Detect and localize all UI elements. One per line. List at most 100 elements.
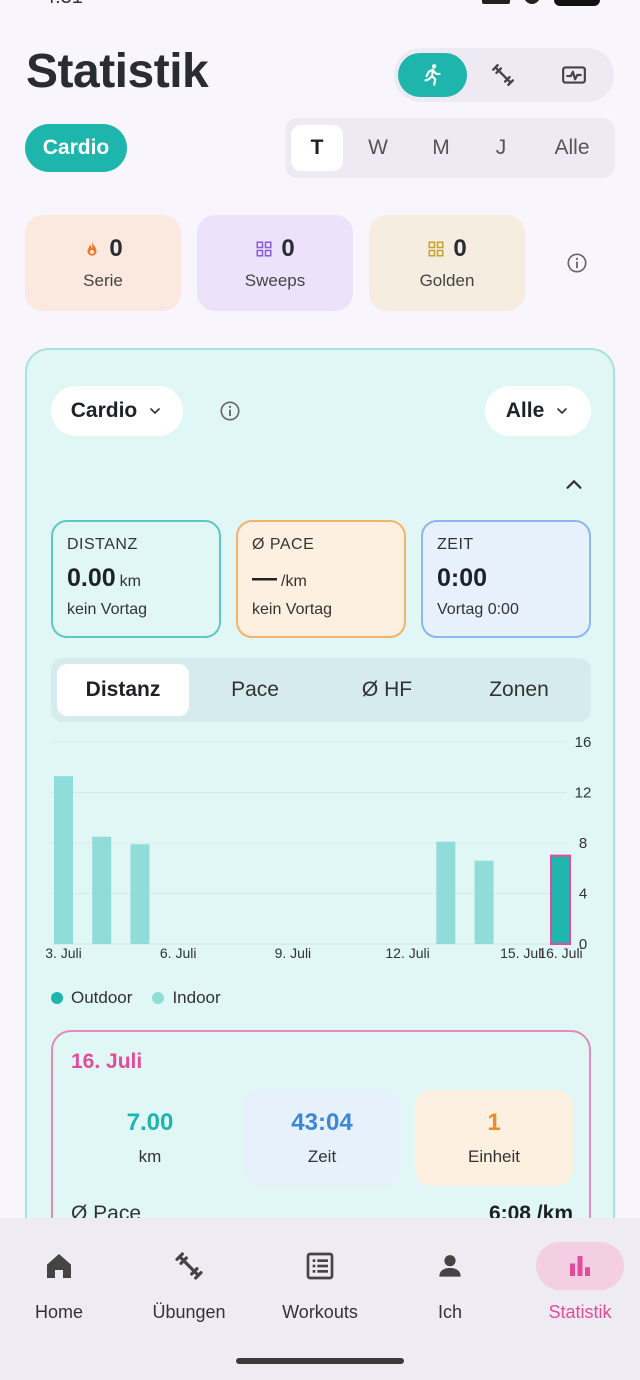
tab-distance[interactable]: Distanz (57, 664, 189, 716)
chart-legend: Outdoor Indoor (51, 988, 221, 1008)
day-distance-label: km (138, 1147, 162, 1166)
tab-heart-rate[interactable]: Ø HF (321, 664, 453, 716)
day-distance-value: 7.00 (126, 1109, 174, 1136)
flame-icon (87, 241, 97, 256)
period-week-button[interactable]: W (351, 125, 405, 171)
chevron-down-icon (557, 408, 568, 415)
period-year-button[interactable]: J (473, 125, 529, 171)
y-tick-label: 16 (575, 734, 592, 751)
chart-bar (54, 776, 73, 944)
day-time: 43:04 Zeit (243, 1090, 401, 1186)
nav-label: Übungen (152, 1302, 226, 1322)
period-month-button[interactable]: M (411, 125, 471, 171)
day-title: 16. Juli (71, 1050, 143, 1073)
legend-outdoor: Outdoor (51, 988, 132, 1008)
tab-zones[interactable]: Zonen (453, 664, 585, 716)
signal-icon (482, 0, 510, 4)
nav-statistics[interactable]: Statistik (520, 1242, 640, 1323)
metric-value: 0.00 (67, 564, 116, 592)
nav-label: Workouts (282, 1302, 358, 1322)
chart-tabs: Distanz Pace Ø HF Zonen (51, 658, 591, 722)
metric-pace-card: Ø PACE — /km kein Vortag (236, 520, 406, 638)
streak-badge[interactable]: 0 Serie (25, 215, 181, 311)
metric-distance-card: DISTANZ 0.00 km kein Vortag (51, 520, 221, 638)
streak-value: 0 (109, 235, 123, 262)
chart-bar (130, 844, 150, 944)
chart-bar (436, 841, 456, 944)
day-sessions-label: Einheit (468, 1147, 520, 1166)
metric-unit: /km (281, 573, 307, 590)
status-icons (482, 0, 600, 6)
home-icon (47, 1254, 71, 1278)
mode-cardio-button[interactable] (398, 53, 467, 97)
nav-label: Ich (437, 1302, 462, 1322)
legend-label: Outdoor (71, 988, 133, 1007)
bottom-nav: Home Übungen Workouts Ich Statistik (0, 1218, 640, 1380)
distance-bar-chart: 16128403. Juli 6. Juli 9. Juli 12. Juli 15. … (45, 734, 592, 961)
nav-home[interactable]: Home (0, 1242, 119, 1323)
y-tick-label: 8 (579, 835, 587, 852)
day-time-label: Zeit (307, 1147, 337, 1166)
legend-dot (152, 992, 165, 1004)
x-tick-label: 16. Juli (538, 945, 582, 961)
x-tick-label: 3. Juli (45, 945, 82, 961)
wifi-icon (524, 0, 540, 4)
chevron-down-icon (150, 408, 161, 415)
metric-unit: km (119, 573, 141, 590)
nav-profile[interactable]: Ich (390, 1242, 510, 1323)
metric-title: DISTANZ (67, 536, 138, 553)
golden-badge[interactable]: 0 Golden (369, 215, 525, 311)
period-selector: T W M J Alle (285, 118, 615, 178)
y-tick-label: 4 (579, 886, 587, 903)
x-tick-label: 12. Juli (385, 945, 429, 961)
type-filter-label: Cardio (70, 399, 138, 422)
chevron-up-icon[interactable] (563, 474, 585, 496)
metric-title: ZEIT (437, 536, 474, 553)
nav-workouts[interactable]: Workouts (260, 1242, 380, 1323)
x-tick-label: 6. Juli (160, 945, 197, 961)
person-icon (439, 1255, 461, 1277)
mode-toggle (394, 48, 614, 102)
mode-vitals-button[interactable] (539, 53, 608, 97)
legend-indoor: Indoor (152, 988, 221, 1008)
bar-chart-icon (570, 1256, 590, 1276)
dumbbell-icon (175, 1252, 203, 1280)
metric-value: — (252, 564, 277, 592)
page-title: Statistik (26, 45, 209, 98)
y-tick-label: 12 (575, 785, 592, 802)
info-icon[interactable] (566, 252, 588, 274)
legend-label: Indoor (172, 988, 221, 1007)
type-filter-dropdown[interactable]: Cardio (51, 386, 183, 436)
battery-icon (554, 0, 600, 6)
legend-dot (51, 992, 63, 1004)
heartbeat-icon (561, 66, 586, 84)
sport-chip[interactable]: Cardio (25, 124, 127, 172)
info-icon[interactable] (219, 400, 241, 422)
grid-icon (428, 241, 444, 257)
mode-strength-button[interactable] (469, 53, 538, 97)
nav-label: Statistik (548, 1302, 612, 1322)
golden-value: 0 (453, 235, 467, 262)
period-all-button[interactable]: Alle (537, 125, 607, 171)
chart-bar-selected (550, 854, 571, 945)
grid-icon (256, 241, 272, 257)
nav-exercises[interactable]: Übungen (129, 1242, 249, 1323)
x-tick-label: 9. Juli (275, 945, 312, 961)
metric-value: 0:00 (437, 564, 488, 592)
period-day-button[interactable]: T (291, 125, 343, 171)
list-icon (306, 1252, 334, 1280)
chart-bar (474, 860, 494, 944)
metric-compare: kein Vortag (67, 601, 148, 618)
sweeps-label: Sweeps (244, 271, 306, 290)
metric-title: Ø PACE (252, 536, 315, 553)
metric-compare: Vortag 0:00 (437, 601, 519, 618)
scope-filter-dropdown[interactable]: Alle (485, 386, 591, 436)
day-sessions-value: 1 (487, 1109, 501, 1136)
sweeps-badge[interactable]: 0 Sweeps (197, 215, 353, 311)
stats-card: Cardio Alle DISTANZ 0.00 km kein Vortag … (25, 348, 615, 1290)
chart-bar (92, 836, 112, 944)
home-indicator (236, 1358, 404, 1364)
status-bar: 4:31 (0, 0, 640, 8)
day-distance: 7.00 km (71, 1090, 229, 1186)
tab-pace[interactable]: Pace (189, 664, 321, 716)
